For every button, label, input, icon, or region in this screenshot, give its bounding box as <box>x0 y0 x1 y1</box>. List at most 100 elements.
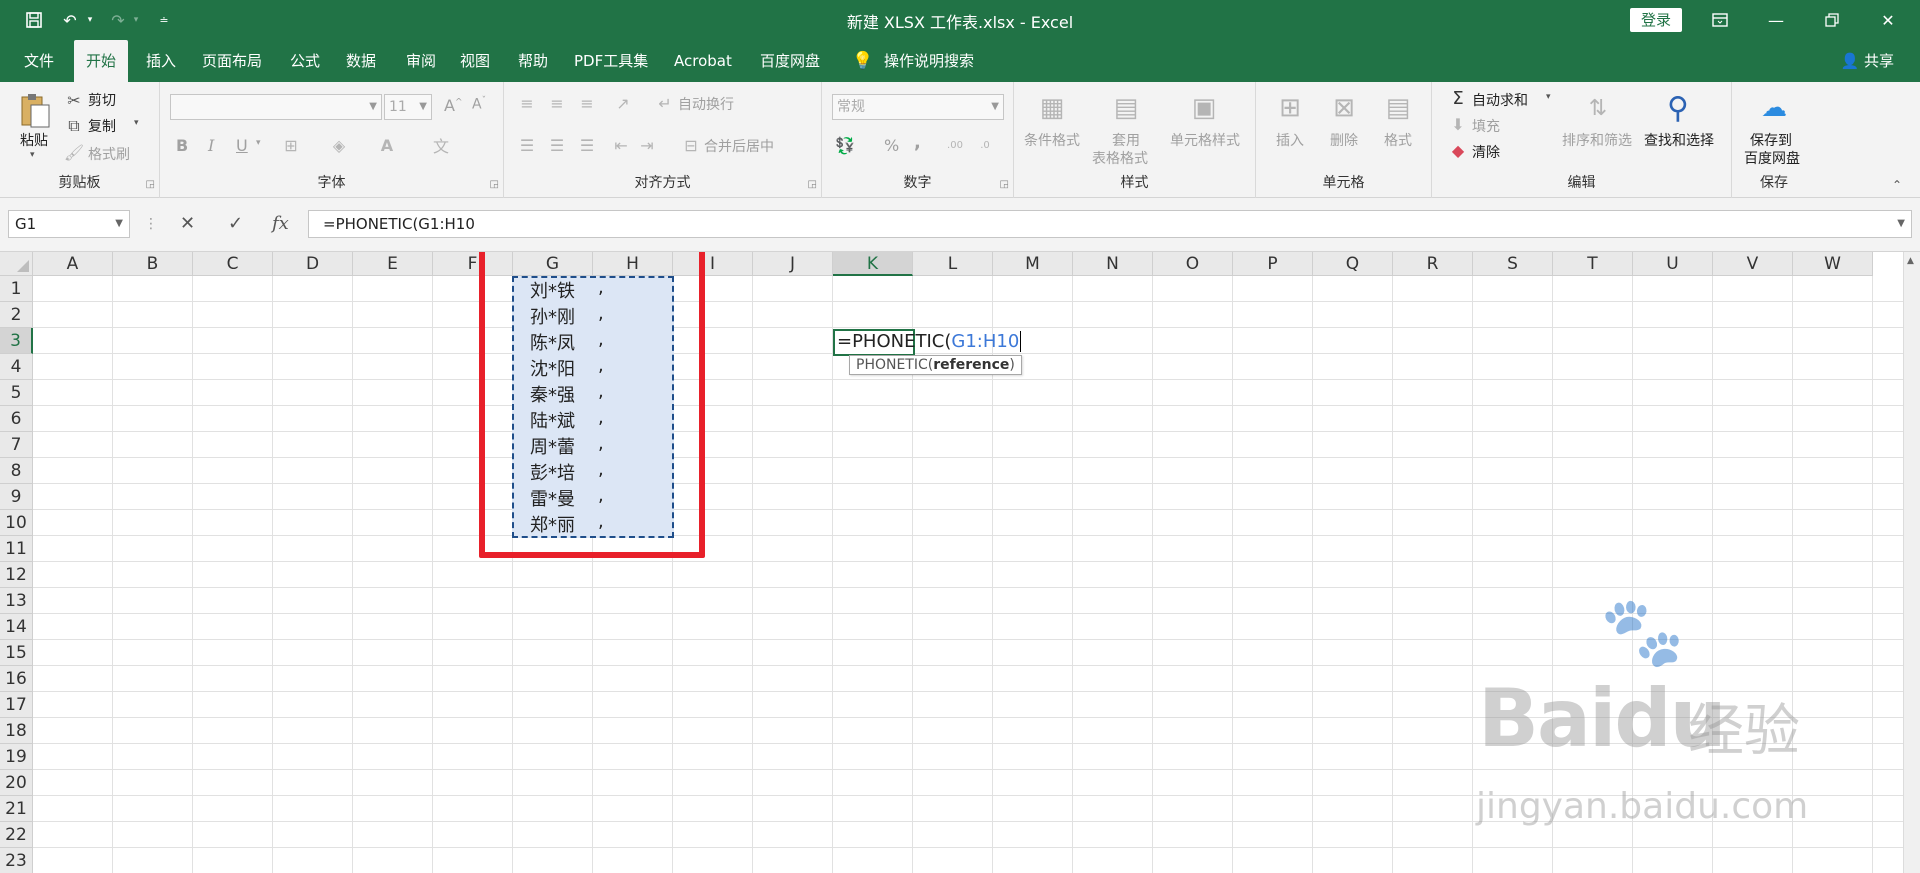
align-bottom-icon[interactable]: ≡ <box>576 92 598 114</box>
copy-button[interactable]: 复制 <box>88 116 116 136</box>
align-middle-icon[interactable]: ≡ <box>546 92 568 114</box>
format-cells-button[interactable]: 格式 <box>1384 130 1412 150</box>
cell-g1[interactable]: 刘*铁 <box>530 277 575 303</box>
scroll-up-icon[interactable]: ▲ <box>1907 256 1914 266</box>
close-icon[interactable]: ✕ <box>1860 0 1916 40</box>
login-button[interactable]: 登录 <box>1630 8 1682 32</box>
column-header-p[interactable]: P <box>1233 252 1313 276</box>
formula-input[interactable]: =PHONETIC(G1:H10 ▼ <box>308 210 1912 238</box>
cell-h3[interactable]: , <box>598 329 604 350</box>
cell-g8[interactable]: 彭*培 <box>530 459 575 485</box>
shrink-font-icon[interactable]: Aˇ <box>472 96 486 113</box>
orientation-icon[interactable]: ↗ <box>612 92 634 114</box>
fill-color-icon[interactable]: ◈ <box>328 134 350 156</box>
delete-cells-icon[interactable]: ⊠ <box>1326 90 1362 126</box>
wrap-text-icon[interactable]: ↵ <box>654 92 676 114</box>
column-header-t[interactable]: T <box>1553 252 1633 276</box>
font-color-icon[interactable]: A <box>376 134 398 156</box>
clipboard-launcher-icon[interactable]: ◲ <box>146 179 155 190</box>
bold-button[interactable]: B <box>176 136 188 155</box>
conditional-formatting-icon[interactable]: ▦ <box>1034 90 1070 126</box>
cell-h5[interactable]: , <box>598 381 604 402</box>
row-header-4[interactable]: 4 <box>0 354 33 380</box>
align-right-icon[interactable]: ☰ <box>576 134 598 156</box>
eraser-icon[interactable]: ◆ <box>1448 140 1468 160</box>
paste-button[interactable]: 粘贴 <box>20 130 48 150</box>
tab-acrobat[interactable]: Acrobat <box>672 40 734 82</box>
format-as-table-icon[interactable]: ▤ <box>1108 90 1144 126</box>
underline-button[interactable]: U <box>236 136 248 155</box>
percent-button[interactable]: % <box>884 136 899 155</box>
tab-help[interactable]: 帮助 <box>516 40 550 82</box>
cell-g4[interactable]: 沈*阳 <box>530 355 575 381</box>
cell-h7[interactable]: , <box>598 433 604 454</box>
cell-styles-icon[interactable]: ▣ <box>1186 90 1222 126</box>
row-header-12[interactable]: 12 <box>0 562 33 588</box>
row-header-18[interactable]: 18 <box>0 718 33 744</box>
function-tooltip[interactable]: PHONETIC(reference) <box>849 355 1022 375</box>
tab-view[interactable]: 视图 <box>458 40 492 82</box>
cell-styles-button[interactable]: 单元格样式 <box>1170 130 1240 150</box>
undo-dropdown-icon[interactable]: ▾ <box>78 8 102 32</box>
conditional-formatting-button[interactable]: 条件格式 <box>1024 130 1080 150</box>
merge-center-icon[interactable]: ⊟ <box>680 134 702 156</box>
minimize-icon[interactable]: — <box>1748 0 1804 40</box>
copy-icon[interactable]: ⧉ <box>64 116 84 136</box>
increase-indent-icon[interactable]: ⇥ <box>636 134 658 156</box>
row-header-3[interactable]: 3 <box>0 328 33 354</box>
format-painter-icon[interactable]: 🖌 <box>64 142 84 162</box>
row-header-17[interactable]: 17 <box>0 692 33 718</box>
select-all-corner[interactable] <box>0 252 33 276</box>
column-header-a[interactable]: A <box>33 252 113 276</box>
fill-icon[interactable]: ⬇ <box>1448 114 1468 134</box>
phonetic-guide-icon[interactable]: 文 <box>430 134 452 156</box>
clear-button[interactable]: 清除 <box>1472 142 1500 162</box>
wrap-text-button[interactable]: 自动换行 <box>678 94 734 114</box>
cell-h2[interactable]: , <box>598 303 604 324</box>
column-header-v[interactable]: V <box>1713 252 1793 276</box>
copy-dropdown-icon[interactable]: ▾ <box>134 118 139 128</box>
sort-filter-icon[interactable]: ⇅ <box>1580 90 1616 126</box>
cell-g9[interactable]: 雷*曼 <box>530 485 575 511</box>
expand-formula-icon[interactable]: ▼ <box>1897 211 1905 237</box>
increase-decimal-icon[interactable]: .00 <box>944 134 966 156</box>
tab-formulas[interactable]: 公式 <box>288 40 322 82</box>
column-header-o[interactable]: O <box>1153 252 1233 276</box>
row-header-11[interactable]: 11 <box>0 536 33 562</box>
cell-g2[interactable]: 孙*刚 <box>530 303 575 329</box>
format-as-table-button[interactable]: 套用 <box>1112 130 1140 150</box>
autosum-dropdown-icon[interactable]: ▾ <box>1546 92 1551 102</box>
column-header-r[interactable]: R <box>1393 252 1473 276</box>
column-header-m[interactable]: M <box>993 252 1073 276</box>
align-left-icon[interactable]: ☰ <box>516 134 538 156</box>
column-header-l[interactable]: L <box>913 252 993 276</box>
collapse-ribbon-icon[interactable]: ⌃ <box>1892 178 1902 192</box>
decrease-indent-icon[interactable]: ⇤ <box>610 134 632 156</box>
fill-button[interactable]: 填充 <box>1472 116 1500 136</box>
cell-h10[interactable]: , <box>598 511 604 532</box>
cell-h8[interactable]: , <box>598 459 604 480</box>
cell-h1[interactable]: , <box>598 277 604 298</box>
cell-g7[interactable]: 周*蕾 <box>530 433 575 459</box>
vertical-scrollbar[interactable]: ▲ <box>1903 252 1920 873</box>
row-header-22[interactable]: 22 <box>0 822 33 848</box>
alignment-launcher-icon[interactable]: ◲ <box>808 179 817 190</box>
insert-cells-icon[interactable]: ⊞ <box>1272 90 1308 126</box>
row-header-1[interactable]: 1 <box>0 276 33 302</box>
sort-filter-button[interactable]: 排序和筛选 <box>1562 130 1632 150</box>
row-header-19[interactable]: 19 <box>0 744 33 770</box>
number-launcher-icon[interactable]: ◲ <box>1000 179 1009 190</box>
row-header-9[interactable]: 9 <box>0 484 33 510</box>
tab-file[interactable]: 文件 <box>22 40 56 82</box>
column-header-d[interactable]: D <box>273 252 353 276</box>
tab-pdf-tools[interactable]: PDF工具集 <box>572 40 650 82</box>
name-box[interactable]: G1 ▼ <box>8 210 130 238</box>
column-header-j[interactable]: J <box>753 252 833 276</box>
cell-g6[interactable]: 陆*斌 <box>530 407 575 433</box>
worksheet-grid[interactable]: ABCDEFGHIJKLMNOPQRSTUVW 1 2 3 4 5 6 7 8 9 10 11 12 1… <box>0 252 1920 873</box>
row-header-10[interactable]: 10 <box>0 510 33 536</box>
column-header-c[interactable]: C <box>193 252 273 276</box>
tab-home[interactable]: 开始 <box>74 40 129 82</box>
column-header-b[interactable]: B <box>113 252 193 276</box>
enter-icon[interactable]: ✓ <box>228 210 243 238</box>
